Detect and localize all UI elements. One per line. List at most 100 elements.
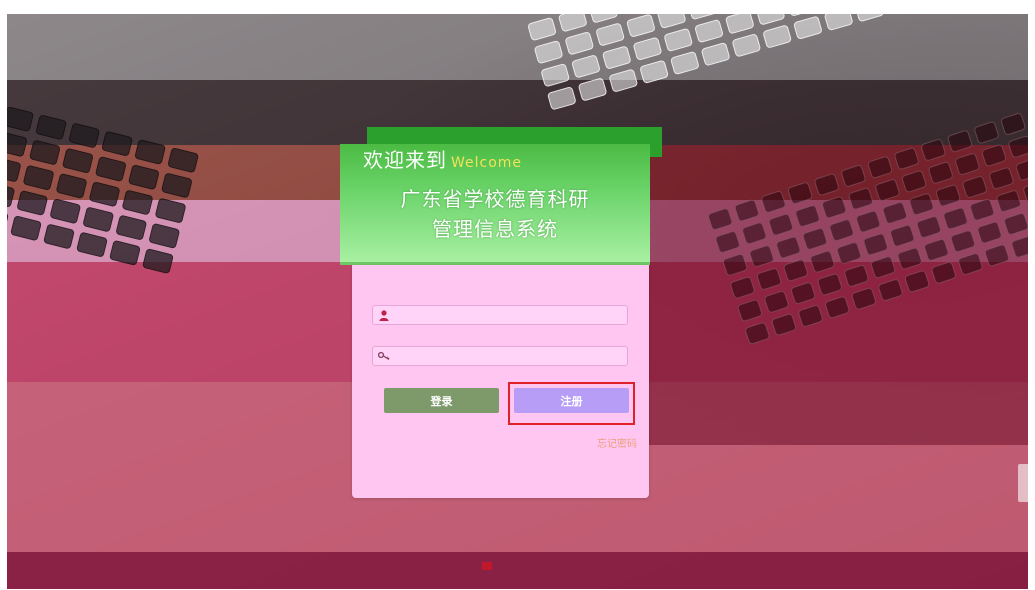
key-cap xyxy=(835,241,863,265)
key-cap xyxy=(889,223,916,248)
key-cap xyxy=(88,181,121,208)
key-cap xyxy=(820,195,848,220)
system-title-line1: 广东省学校德育科研 xyxy=(400,187,590,211)
key-cap xyxy=(869,255,897,280)
key-cap xyxy=(809,249,836,274)
key-cap xyxy=(816,272,844,297)
key-cap xyxy=(61,147,94,174)
key-cap xyxy=(980,143,1008,168)
key-cap xyxy=(625,14,656,38)
key-cap xyxy=(28,139,61,166)
key-cap xyxy=(663,27,694,53)
username-field[interactable] xyxy=(372,305,628,325)
login-button[interactable]: 登录 xyxy=(384,388,499,413)
key-cap xyxy=(721,252,749,277)
key-cap xyxy=(570,54,601,79)
background-band xyxy=(7,552,1028,589)
key-cap xyxy=(588,14,619,24)
key-cap xyxy=(915,215,943,240)
login-card: 登录 注册 忘记密码 xyxy=(352,265,649,498)
key-cap xyxy=(55,172,88,200)
decorative-mark xyxy=(482,562,492,570)
key-cap xyxy=(949,229,977,254)
key-cap xyxy=(927,160,954,185)
key-cap xyxy=(934,183,962,208)
key-cap xyxy=(748,244,775,269)
key-cap xyxy=(961,174,988,199)
key-cap xyxy=(801,226,829,251)
key-cap xyxy=(755,267,783,291)
key-cap xyxy=(154,197,187,224)
key-cap xyxy=(16,189,49,217)
key-cap xyxy=(22,164,55,191)
key-cap xyxy=(1022,180,1028,205)
username-input[interactable] xyxy=(392,307,627,323)
key-cap xyxy=(632,36,663,61)
key-cap xyxy=(148,222,181,249)
key-cap xyxy=(789,281,817,306)
key-icon xyxy=(376,348,392,364)
key-cap xyxy=(854,209,882,234)
key-cap xyxy=(564,31,595,56)
password-input[interactable] xyxy=(392,348,627,364)
key-cap xyxy=(7,131,28,158)
key-cap xyxy=(828,218,855,243)
key-cap xyxy=(908,192,935,217)
key-cap xyxy=(847,186,875,211)
key-cap xyxy=(656,14,687,30)
welcome-text: 欢迎来到 Welcome xyxy=(363,144,522,173)
key-cap xyxy=(843,263,870,288)
key-cap xyxy=(1014,157,1028,182)
key-cap xyxy=(540,62,571,88)
key-cap xyxy=(782,258,809,283)
key-cap xyxy=(714,230,741,254)
welcome-english: Welcome xyxy=(451,155,523,171)
key-cap xyxy=(954,152,981,177)
key-cap xyxy=(49,198,82,225)
key-cap xyxy=(724,14,755,35)
key-cap xyxy=(533,39,564,65)
key-cap xyxy=(557,14,588,33)
key-cap xyxy=(115,214,148,241)
key-cap xyxy=(755,14,786,26)
key-cap xyxy=(1007,134,1028,159)
key-cap xyxy=(942,206,969,231)
key-cap xyxy=(1002,211,1028,236)
key-cap xyxy=(896,246,923,271)
key-cap xyxy=(729,275,756,300)
system-title: 广东省学校德育科研 管理信息系统 xyxy=(340,184,650,244)
key-cap xyxy=(775,235,802,260)
key-cap xyxy=(127,164,160,191)
key-cap xyxy=(923,237,950,262)
key-cap xyxy=(995,189,1023,214)
key-cap xyxy=(694,18,724,44)
background-band xyxy=(7,14,1028,80)
key-cap xyxy=(7,206,10,234)
key-cap xyxy=(862,232,889,257)
key-cap xyxy=(881,200,909,225)
key-cap xyxy=(736,298,764,323)
key-cap xyxy=(7,156,22,183)
key-cap xyxy=(988,166,1015,191)
key-cap xyxy=(601,45,632,70)
key-cap xyxy=(7,181,16,208)
key-cap xyxy=(767,212,795,237)
password-field[interactable] xyxy=(372,346,628,366)
key-cap xyxy=(900,169,928,194)
key-cap xyxy=(976,220,1003,245)
key-cap xyxy=(741,221,768,246)
key-cap xyxy=(1010,234,1028,259)
system-title-line2: 管理信息系统 xyxy=(432,217,558,241)
key-cap xyxy=(121,189,154,216)
key-cap xyxy=(794,204,821,228)
side-scroll-tab[interactable] xyxy=(1018,464,1028,502)
user-icon xyxy=(376,307,392,323)
key-cap xyxy=(687,14,718,21)
key-cap xyxy=(160,172,193,199)
key-cap xyxy=(874,178,901,203)
key-cap xyxy=(82,206,115,233)
forgot-password-link[interactable]: 忘记密码 xyxy=(597,435,637,450)
register-button[interactable]: 注册 xyxy=(514,388,629,413)
welcome-chinese: 欢迎来到 xyxy=(363,148,447,172)
key-cap xyxy=(94,155,127,183)
